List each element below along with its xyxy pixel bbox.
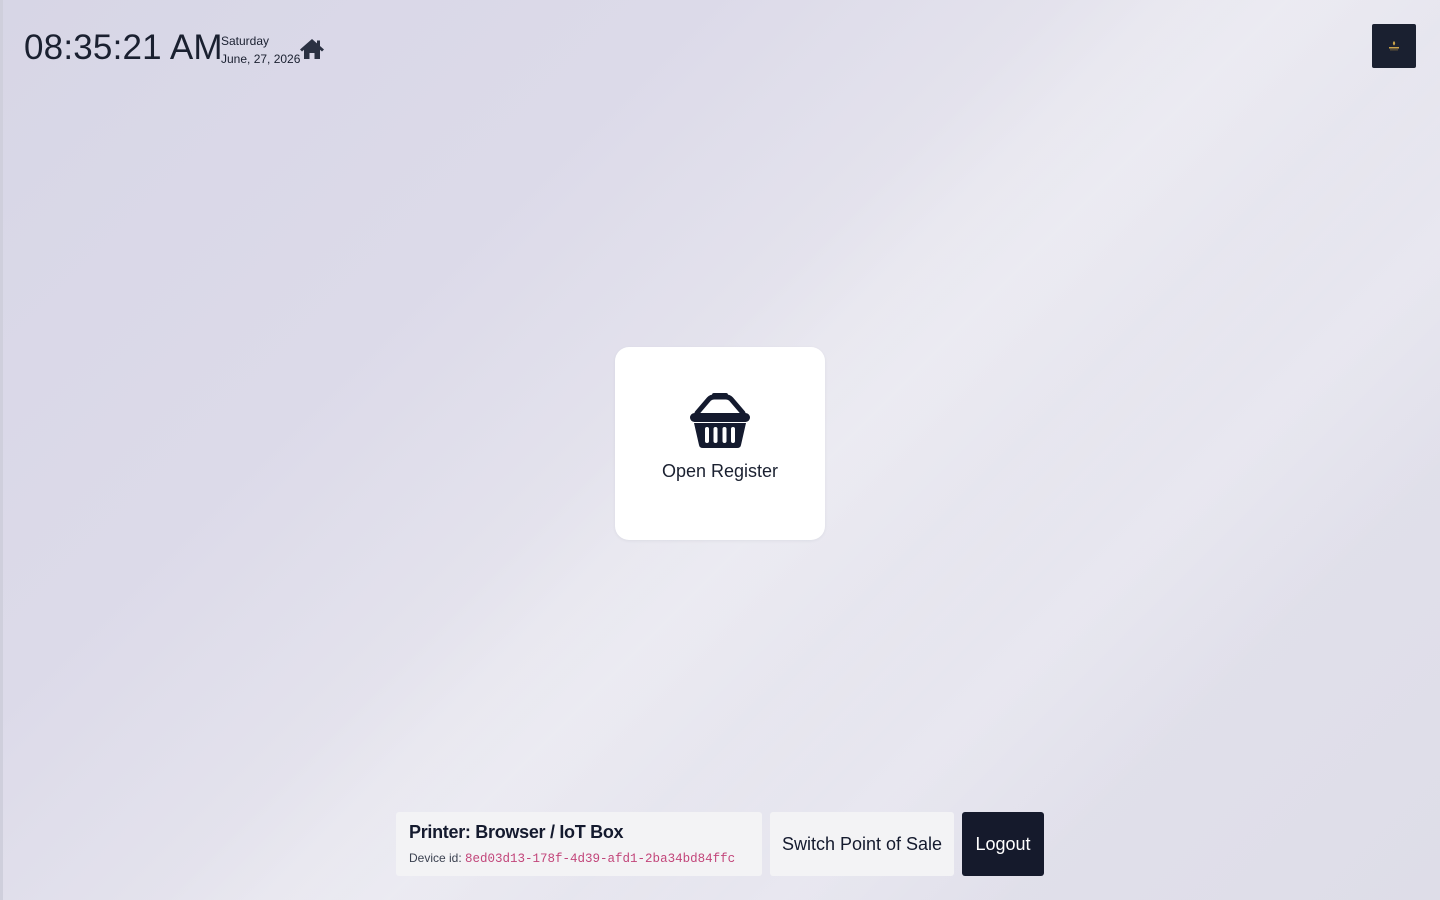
- switch-pos-button[interactable]: Switch Point of Sale: [770, 812, 954, 876]
- device-id-row: Device id: 8ed03d13-178f-4d39-afd1-2ba34…: [409, 850, 749, 867]
- home-icon[interactable]: [299, 37, 325, 61]
- logout-button[interactable]: Logout: [962, 812, 1044, 876]
- clock-time: 08:35:21 AM: [24, 28, 223, 67]
- weekday-label: Saturday: [221, 34, 270, 48]
- window-edge: [0, 0, 3, 900]
- open-register-button[interactable]: Open Register: [615, 347, 825, 540]
- open-register-label: Open Register: [661, 461, 779, 481]
- date-label: June, 27, 2026: [221, 52, 301, 66]
- printer-title: Printer: Browser / IoT Box: [409, 822, 624, 842]
- device-id-value: 8ed03d13-178f-4d39-afd1-2ba34bd84ffc: [465, 852, 736, 866]
- logo-mark-icon: [1389, 41, 1399, 51]
- company-logo[interactable]: [1372, 24, 1416, 68]
- basket-icon: [690, 393, 750, 448]
- device-id-label: Device id:: [409, 851, 462, 865]
- date-display: Saturday June, 27, 2026: [221, 32, 300, 68]
- printer-status: Printer: Browser / IoT Box Device id: 8e…: [396, 812, 762, 876]
